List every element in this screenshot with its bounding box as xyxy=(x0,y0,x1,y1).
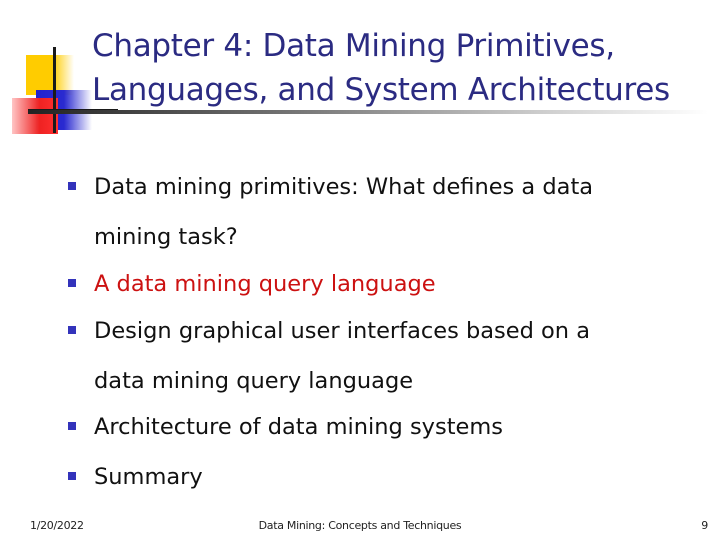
bullet-text-line-1: A data mining query language xyxy=(94,271,436,297)
bullet-item-query-language: A data mining query language xyxy=(68,259,658,309)
bullet-text-line-1: Architecture of data mining systems xyxy=(94,414,504,440)
logo-vertical-line xyxy=(53,47,56,133)
bullet-text-line-1: Data mining primitives: What defines a d… xyxy=(94,174,594,200)
slide-title: Chapter 4: Data Mining Primitives, Langu… xyxy=(92,24,712,112)
footer-page-number: 9 xyxy=(701,519,708,532)
bullet-text-line-2: data mining query language xyxy=(94,368,414,394)
bullet-marker-icon xyxy=(68,326,76,334)
bullet-text-line-2: mining task? xyxy=(94,224,238,250)
bullet-text-line-1: Design graphical user interfaces based o… xyxy=(94,318,590,344)
slide-title-line-2: Languages, and System Architectures xyxy=(92,72,670,108)
footer-title: Data Mining: Concepts and Techniques xyxy=(258,519,462,532)
bullet-text-line-1: Summary xyxy=(94,464,203,490)
logo-yellow-square xyxy=(26,55,74,95)
bullet-item-summary: Summary xyxy=(68,452,658,502)
logo-red-square xyxy=(12,98,58,134)
bullet-marker-icon xyxy=(68,279,76,287)
bullet-marker-icon xyxy=(68,472,76,480)
title-underline xyxy=(28,110,708,114)
bullet-marker-icon xyxy=(68,422,76,430)
bullet-item-gui-design: Design graphical user interfaces based o… xyxy=(68,306,658,406)
slide-title-line-1: Chapter 4: Data Mining Primitives, xyxy=(92,28,615,64)
bullet-item-architecture: Architecture of data mining systems xyxy=(68,402,658,452)
bullet-item-primitives: Data mining primitives: What defines a d… xyxy=(68,162,658,262)
bullet-marker-icon xyxy=(68,182,76,190)
